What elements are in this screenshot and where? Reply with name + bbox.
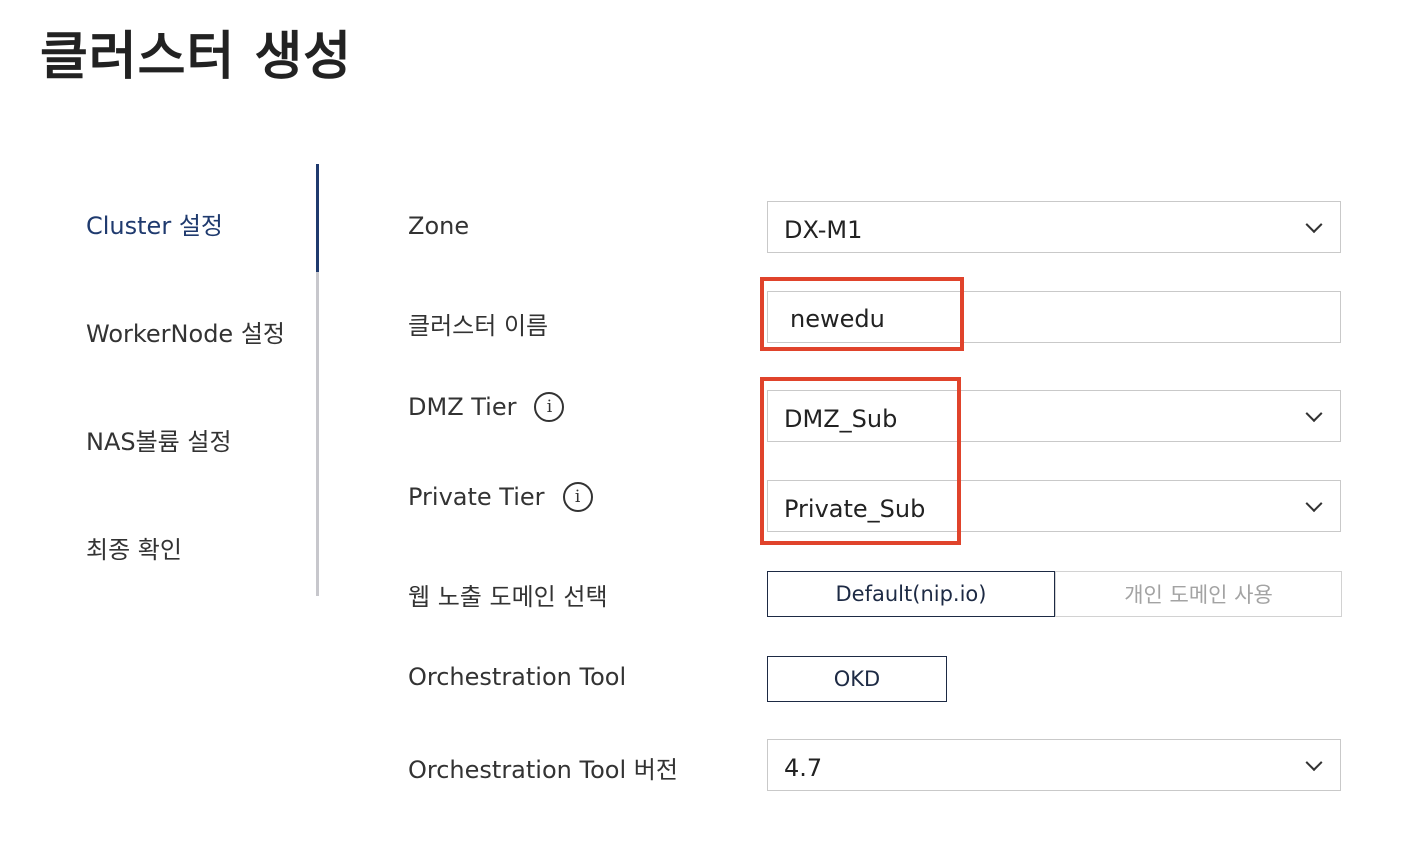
page-title: 클러스터 생성 xyxy=(40,27,353,87)
cluster-name-label: 클러스터 이름 xyxy=(408,306,548,341)
web-domain-label: 웹 노출 도메인 선택 xyxy=(408,577,608,612)
private-tier-label: Private Tier i xyxy=(408,482,593,512)
dmz-tier-select-value: DMZ_Sub xyxy=(784,405,898,433)
cluster-name-input[interactable]: newedu xyxy=(767,291,1341,343)
step-nas-volume-settings[interactable]: NAS볼륨 설정 xyxy=(86,422,232,457)
chevron-down-icon xyxy=(1305,495,1323,513)
orchestration-version-label: Orchestration Tool 버전 xyxy=(408,750,678,785)
private-tier-label-text: Private Tier xyxy=(408,483,545,511)
web-domain-label-text: 웹 노출 도메인 선택 xyxy=(408,583,608,611)
zone-label: Zone xyxy=(408,212,469,240)
create-cluster-page: 클러스터 생성 Cluster 설정 WorkerNode 설정 NAS볼륨 설… xyxy=(0,0,1428,860)
dmz-tier-select[interactable]: DMZ_Sub xyxy=(767,390,1341,442)
zone-select[interactable]: DX-M1 xyxy=(767,201,1341,253)
chevron-down-icon xyxy=(1305,754,1323,772)
dmz-tier-label-text: DMZ Tier xyxy=(408,393,517,421)
orchestration-tool-label: Orchestration Tool xyxy=(408,663,626,691)
step-progress-indicator xyxy=(316,164,319,272)
step-workernode-settings[interactable]: WorkerNode 설정 xyxy=(86,314,285,349)
domain-custom-button[interactable]: 개인 도메인 사용 xyxy=(1055,571,1342,617)
domain-default-button[interactable]: Default(nip.io) xyxy=(767,571,1055,617)
cluster-name-label-text: 클러스터 이름 xyxy=(408,312,549,340)
chevron-down-icon xyxy=(1305,405,1323,423)
info-icon[interactable]: i xyxy=(562,482,593,512)
chevron-down-icon xyxy=(1305,216,1323,234)
orchestration-okd-button[interactable]: OKD xyxy=(767,656,947,702)
info-icon[interactable]: i xyxy=(534,392,565,422)
step-cluster-settings[interactable]: Cluster 설정 xyxy=(86,206,223,241)
zone-select-value: DX-M1 xyxy=(784,216,863,244)
orchestration-tool-label-text: Orchestration Tool xyxy=(408,663,627,691)
orchestration-version-select[interactable]: 4.7 xyxy=(767,739,1341,791)
dmz-tier-label: DMZ Tier i xyxy=(408,392,565,422)
step-final-confirm[interactable]: 최종 확인 xyxy=(86,530,182,565)
orchestration-version-select-value: 4.7 xyxy=(784,754,823,782)
cluster-name-input-value: newedu xyxy=(790,305,885,333)
zone-label-text: Zone xyxy=(408,212,470,240)
private-tier-select-value: Private_Sub xyxy=(784,495,926,523)
orchestration-version-label-text: Orchestration Tool 버전 xyxy=(408,756,678,784)
private-tier-select[interactable]: Private_Sub xyxy=(767,480,1341,532)
